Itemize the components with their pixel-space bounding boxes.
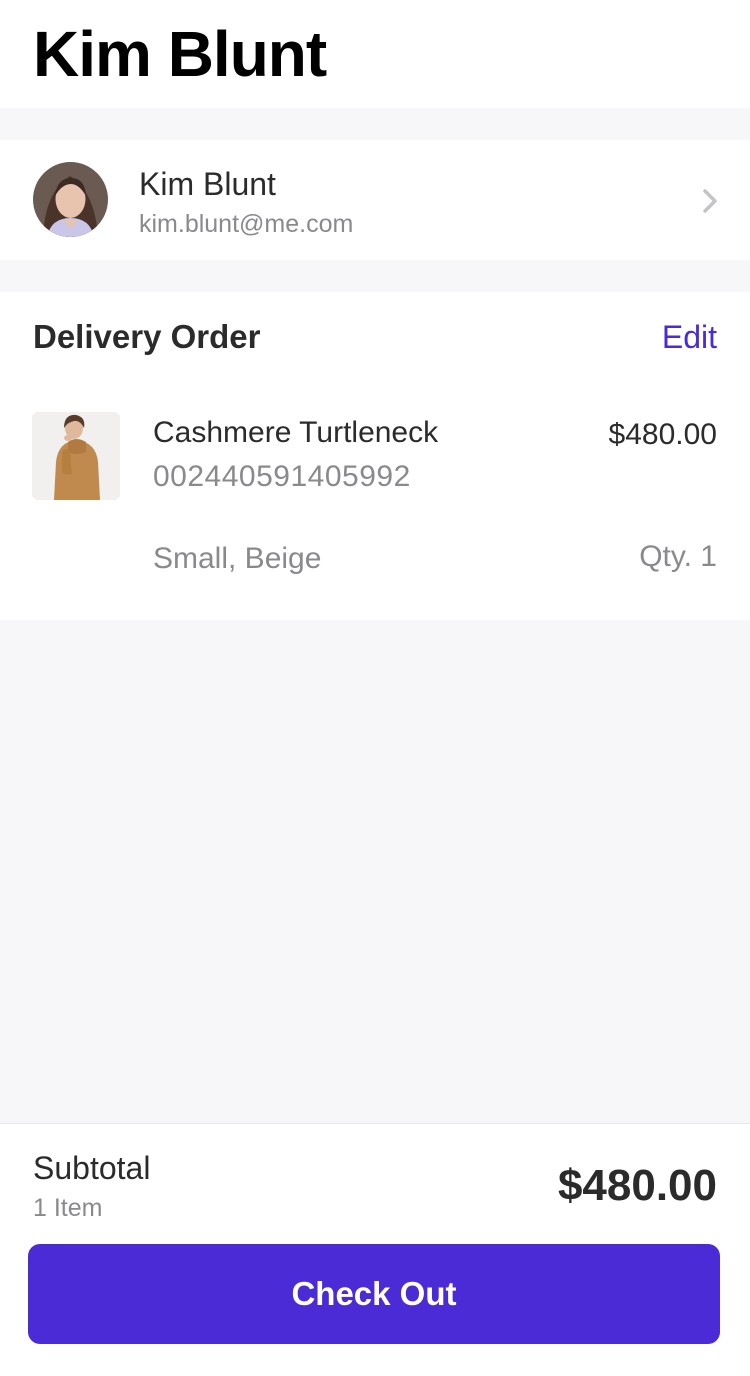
item-quantity: Qty. 1 xyxy=(639,540,717,573)
product-thumbnail xyxy=(32,412,120,500)
page-title: Kim Blunt xyxy=(33,18,327,90)
subtotal-label: Subtotal xyxy=(33,1150,151,1186)
avatar xyxy=(33,162,108,237)
subtotal-amount: $480.00 xyxy=(557,1161,717,1210)
item-sku: 002440591405992 xyxy=(153,460,411,493)
checkout-footer: Subtotal 1 Item $480.00 Check Out xyxy=(0,1123,750,1376)
profile-name: Kim Blunt xyxy=(139,166,276,202)
checkout-button[interactable]: Check Out xyxy=(28,1244,720,1344)
delivery-order-section: Delivery Order Edit Cashmere Turtleneck … xyxy=(0,292,750,620)
profile-email: kim.blunt@me.com xyxy=(139,210,354,238)
chevron-right-icon xyxy=(703,189,717,213)
item-price: $480.00 xyxy=(608,418,717,451)
section-title: Delivery Order xyxy=(33,318,261,355)
page-header: Kim Blunt xyxy=(0,0,750,108)
item-count: 1 Item xyxy=(33,1194,103,1222)
edit-button[interactable]: Edit xyxy=(662,316,717,358)
product-image-icon xyxy=(32,412,120,500)
user-avatar-icon xyxy=(33,162,108,237)
item-name: Cashmere Turtleneck xyxy=(153,416,439,449)
profile-row[interactable]: Kim Blunt kim.blunt@me.com xyxy=(0,140,750,260)
item-variant: Small, Beige xyxy=(153,542,322,575)
